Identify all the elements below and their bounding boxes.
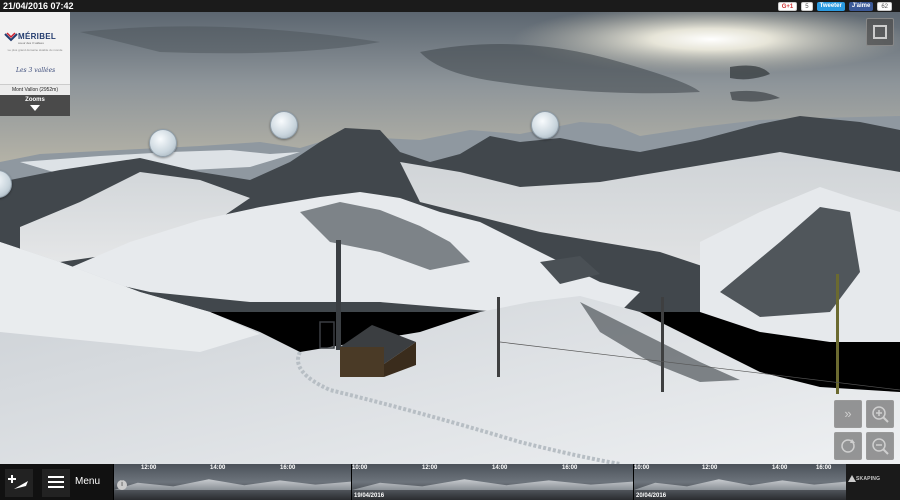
timeline-date-label: 20/04/2016: [636, 493, 667, 499]
zooms-label: Zooms: [25, 97, 45, 103]
zoom-bubble-icon[interactable]: [270, 111, 298, 139]
google-plus-button[interactable]: G+1: [777, 1, 798, 11]
facebook-like-count: 62: [877, 1, 892, 11]
top-bar: 21/04/2016 07:42 G+1 5 Tweeter J'aime 62: [0, 0, 900, 12]
timeline-time-label: 12:00: [702, 465, 718, 471]
timeline-strip[interactable]: 12:00 14:00 16:00 10:00 12:00 14:00 16:0…: [113, 464, 846, 500]
fullscreen-icon: [873, 25, 887, 39]
menu-label[interactable]: Menu: [75, 476, 100, 487]
timestamp: 21/04/2016 07:42: [3, 1, 74, 11]
zoom-bubble-icon[interactable]: [531, 111, 559, 139]
timeline-time-label: 14:00: [772, 465, 788, 471]
timeline-time-label: 12:00: [422, 465, 438, 471]
social-buttons: G+1 5 Tweeter J'aime 62: [777, 1, 892, 11]
brand-chevron-icon: [4, 32, 18, 42]
timeline-date-label: 19/04/2016: [354, 493, 385, 499]
bottom-bar: Menu 12:00 14:00 16:00 10:00 12:00 14:00…: [0, 464, 900, 500]
zoom-out-button[interactable]: [866, 432, 894, 460]
timeline-time-label: 14:00: [492, 465, 508, 471]
domain-tagline: Le plus grand domaine skiable du monde: [7, 48, 63, 52]
timeline-time-label: 10:00: [352, 465, 368, 471]
plus-plane-icon: [8, 475, 28, 489]
timeline-time-label: 10:00: [634, 465, 650, 471]
webcam-viewer: 21/04/2016 07:42 G+1 5 Tweeter J'aime 62: [0, 0, 900, 500]
resort-logo-panel: MÉRIBEL coeur des 3 vallées Le plus gran…: [0, 12, 70, 116]
zoom-bubble-icon[interactable]: [149, 129, 177, 157]
three-valleys-logo: Les 3 vallées: [16, 67, 56, 74]
provider-logo[interactable]: SKAPING: [846, 464, 900, 500]
info-icon[interactable]: i: [117, 480, 127, 490]
timeline-time-label: 16:00: [280, 465, 296, 471]
fast-forward-icon: »: [844, 406, 852, 421]
timeline-time-label: 12:00: [141, 465, 157, 471]
twitter-button[interactable]: Tweeter: [816, 1, 845, 11]
resort-name: MÉRIBEL: [18, 32, 57, 41]
provider-name: SKAPING: [856, 476, 881, 482]
hamburger-icon: [48, 476, 64, 488]
camera-location: Mont Vallon (2952m): [0, 84, 70, 95]
resort-logo[interactable]: MÉRIBEL coeur des 3 vallées Le plus gran…: [0, 12, 70, 84]
add-bookmark-button[interactable]: [5, 469, 33, 497]
google-plus-count: 5: [801, 1, 813, 11]
timeline-time-label: 14:00: [210, 465, 226, 471]
mountain-logo-icon: [848, 475, 856, 482]
facebook-like-button[interactable]: J'aime: [848, 1, 874, 11]
rotate-button[interactable]: [834, 432, 862, 460]
fullscreen-button[interactable]: [866, 18, 894, 46]
rotate-icon: [841, 439, 855, 453]
resort-tagline: coeur des 3 vallées: [18, 41, 44, 45]
zoom-out-icon: [872, 438, 889, 455]
fast-forward-button[interactable]: »: [834, 400, 862, 428]
timeline-time-label: 16:00: [816, 465, 832, 471]
zooms-toggle[interactable]: Zooms: [0, 95, 70, 116]
chevron-down-icon: [30, 105, 40, 111]
timeline-time-label: 16:00: [562, 465, 578, 471]
panorama-view[interactable]: [0, 12, 900, 464]
menu-button[interactable]: [42, 469, 70, 497]
zoom-in-button[interactable]: [866, 400, 894, 428]
panorama-image: [0, 12, 900, 464]
zoom-in-icon: [872, 406, 889, 423]
